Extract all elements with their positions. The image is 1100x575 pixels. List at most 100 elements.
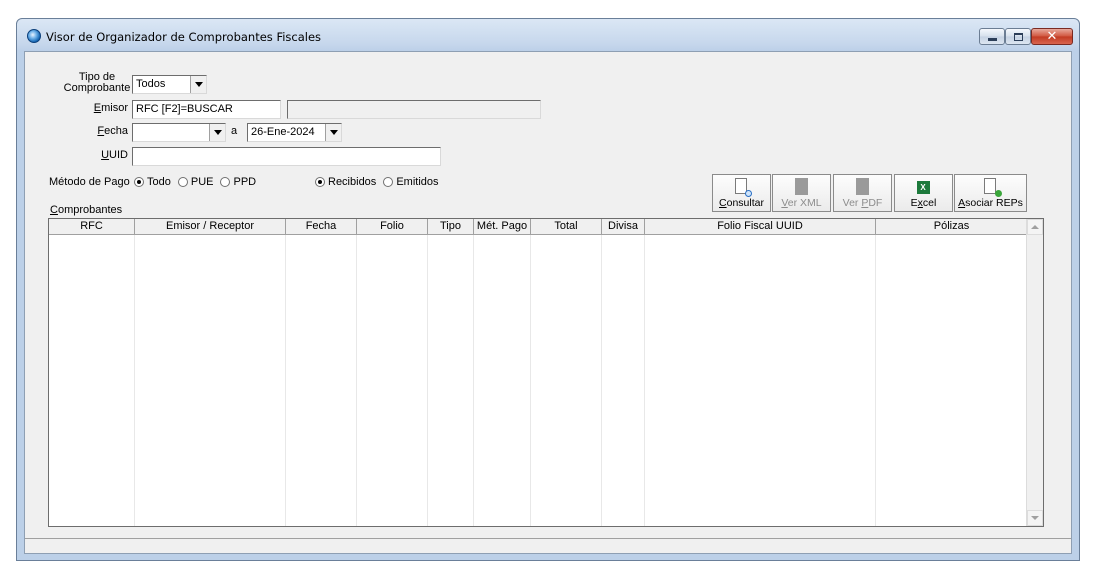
column-header-emisor-receptor[interactable]: Emisor / Receptor <box>135 219 286 235</box>
emisor-label-mnemonic: E <box>93 102 102 114</box>
excel-text-a: E <box>910 197 918 209</box>
column-header-divisa[interactable]: Divisa <box>602 219 645 235</box>
chevron-down-icon <box>213 130 222 135</box>
radio-empty-icon <box>383 177 394 187</box>
tipo-comprobante-value: Todos <box>136 78 166 90</box>
app-globe-icon <box>27 29 41 43</box>
column-header-total[interactable]: Total <box>531 219 602 235</box>
scroll-up-button[interactable] <box>1027 219 1043 235</box>
column-divider <box>644 235 645 526</box>
fecha-hasta-dropdown-button[interactable] <box>325 124 341 141</box>
tipo-comprobante-label: Tipo de Comprobante <box>61 72 133 94</box>
emitidos-label: Emitidos <box>396 176 439 188</box>
excel-button[interactable]: X Excel <box>894 174 953 212</box>
uuid-label: UUID <box>65 149 128 161</box>
ver-xml-text: er XML <box>787 197 822 209</box>
grid-vertical-scrollbar[interactable] <box>1026 219 1043 526</box>
fecha-hasta-value: 26-Ene-2024 <box>251 126 315 138</box>
consultar-text: onsultar <box>726 197 764 209</box>
column-divider <box>134 235 135 526</box>
metodo-ppd-label: PPD <box>233 176 257 188</box>
radio-selected-icon <box>315 177 325 187</box>
excel-text-b: cel <box>922 197 937 209</box>
uuid-label-mnemonic: U <box>101 149 110 161</box>
ver-xml-label: Ver XML <box>781 197 821 209</box>
comprobantes-label: Comprobantes <box>50 204 122 216</box>
window-title: Visor de Organizador de Comprobantes Fis… <box>46 30 322 44</box>
column-header-uuid[interactable]: Folio Fiscal UUID <box>645 219 876 235</box>
document-icon <box>855 178 870 195</box>
radio-empty-icon <box>177 177 188 187</box>
excel-icon-letter: X <box>916 181 930 194</box>
document-search-icon <box>734 178 752 197</box>
column-header-rfc[interactable]: RFC <box>49 219 135 235</box>
emisor-rfc-input[interactable]: RFC [F2]=BUSCAR <box>132 100 281 119</box>
ver-pdf-label: Ver PDF <box>843 197 883 209</box>
arrow-up-icon <box>1031 225 1039 229</box>
minimize-button[interactable] <box>979 28 1005 45</box>
metodo-todo-label: Todo <box>147 176 171 188</box>
ver-xml-button[interactable]: Ver XML <box>772 174 831 212</box>
ver-pdf-text-a: Ver <box>842 197 862 209</box>
close-button[interactable]: ✕ <box>1031 28 1073 45</box>
fecha-label-text: echa <box>104 125 128 137</box>
asociar-reps-label: Asociar REPs <box>958 197 1023 209</box>
tipo-label-line2: Comprobante <box>63 82 131 94</box>
column-header-tipo[interactable]: Tipo <box>428 219 474 235</box>
grid-header: RFC Emisor / Receptor Fecha Folio Tipo M… <box>49 219 1027 235</box>
emisor-label-text: misor <box>101 102 128 114</box>
main-window: Visor de Organizador de Comprobantes Fis… <box>16 18 1080 561</box>
consultar-button[interactable]: Consultar <box>712 174 771 212</box>
column-divider <box>473 235 474 526</box>
uuid-label-text: UID <box>109 149 128 161</box>
maximize-button[interactable] <box>1005 28 1031 45</box>
asociar-text: sociar REPs <box>965 197 1023 209</box>
column-header-folio[interactable]: Folio <box>357 219 428 235</box>
column-header-metodo-pago[interactable]: Mét. Pago <box>474 219 531 235</box>
ver-pdf-button[interactable]: Ver PDF <box>833 174 892 212</box>
excel-icon: X <box>916 178 931 195</box>
metodo-pue-label: PUE <box>190 176 214 188</box>
tipo-dropdown-button[interactable] <box>190 76 206 93</box>
excel-label: Excel <box>911 197 937 209</box>
recibidos-label: Recibidos <box>328 176 377 188</box>
emisor-label: Emisor <box>65 102 128 114</box>
fecha-label: Fecha <box>65 125 128 137</box>
ver-pdf-text-b: DF <box>868 197 883 209</box>
column-divider <box>356 235 357 526</box>
tipo-comprobante-select[interactable]: Todos <box>132 75 207 94</box>
comprobantes-grid[interactable]: RFC Emisor / Receptor Fecha Folio Tipo M… <box>48 218 1044 527</box>
uuid-input[interactable] <box>132 147 441 166</box>
document-icon <box>794 178 809 195</box>
radio-empty-icon <box>220 177 231 187</box>
chevron-down-icon <box>329 130 338 135</box>
minimize-icon <box>987 38 997 41</box>
scroll-down-button[interactable] <box>1027 510 1043 526</box>
emisor-name-field <box>287 100 541 119</box>
metodo-todo-radio[interactable]: Todo <box>134 176 171 188</box>
metodo-pago-radio-group: Todo PUE PPD <box>134 176 260 188</box>
column-header-polizas[interactable]: Pólizas <box>876 219 1027 235</box>
column-divider <box>427 235 428 526</box>
recibidos-radio[interactable]: Recibidos <box>315 176 376 188</box>
status-bar <box>25 538 1071 553</box>
fecha-separator: a <box>231 125 238 137</box>
fecha-desde-select[interactable] <box>132 123 226 142</box>
asociar-reps-button[interactable]: Asociar REPs <box>954 174 1027 212</box>
metodo-ppd-radio[interactable]: PPD <box>220 176 256 188</box>
column-divider <box>530 235 531 526</box>
document-add-icon <box>983 178 1002 197</box>
title-bar[interactable]: Visor de Organizador de Comprobantes Fis… <box>17 19 1079 51</box>
fecha-hasta-select[interactable]: 26-Ene-2024 <box>247 123 342 142</box>
comprobantes-mnemonic: C <box>50 204 58 216</box>
direccion-radio-group: Recibidos Emitidos <box>315 176 443 188</box>
column-divider <box>285 235 286 526</box>
emitidos-radio[interactable]: Emitidos <box>383 176 439 188</box>
client-area: Tipo de Comprobante Todos Emisor RFC [F2… <box>24 51 1072 554</box>
consultar-label: Consultar <box>719 197 764 209</box>
maximize-icon <box>1013 32 1023 41</box>
arrow-down-icon <box>1031 516 1039 520</box>
fecha-desde-dropdown-button[interactable] <box>209 124 225 141</box>
metodo-pue-radio[interactable]: PUE <box>177 176 214 188</box>
column-header-fecha[interactable]: Fecha <box>286 219 357 235</box>
